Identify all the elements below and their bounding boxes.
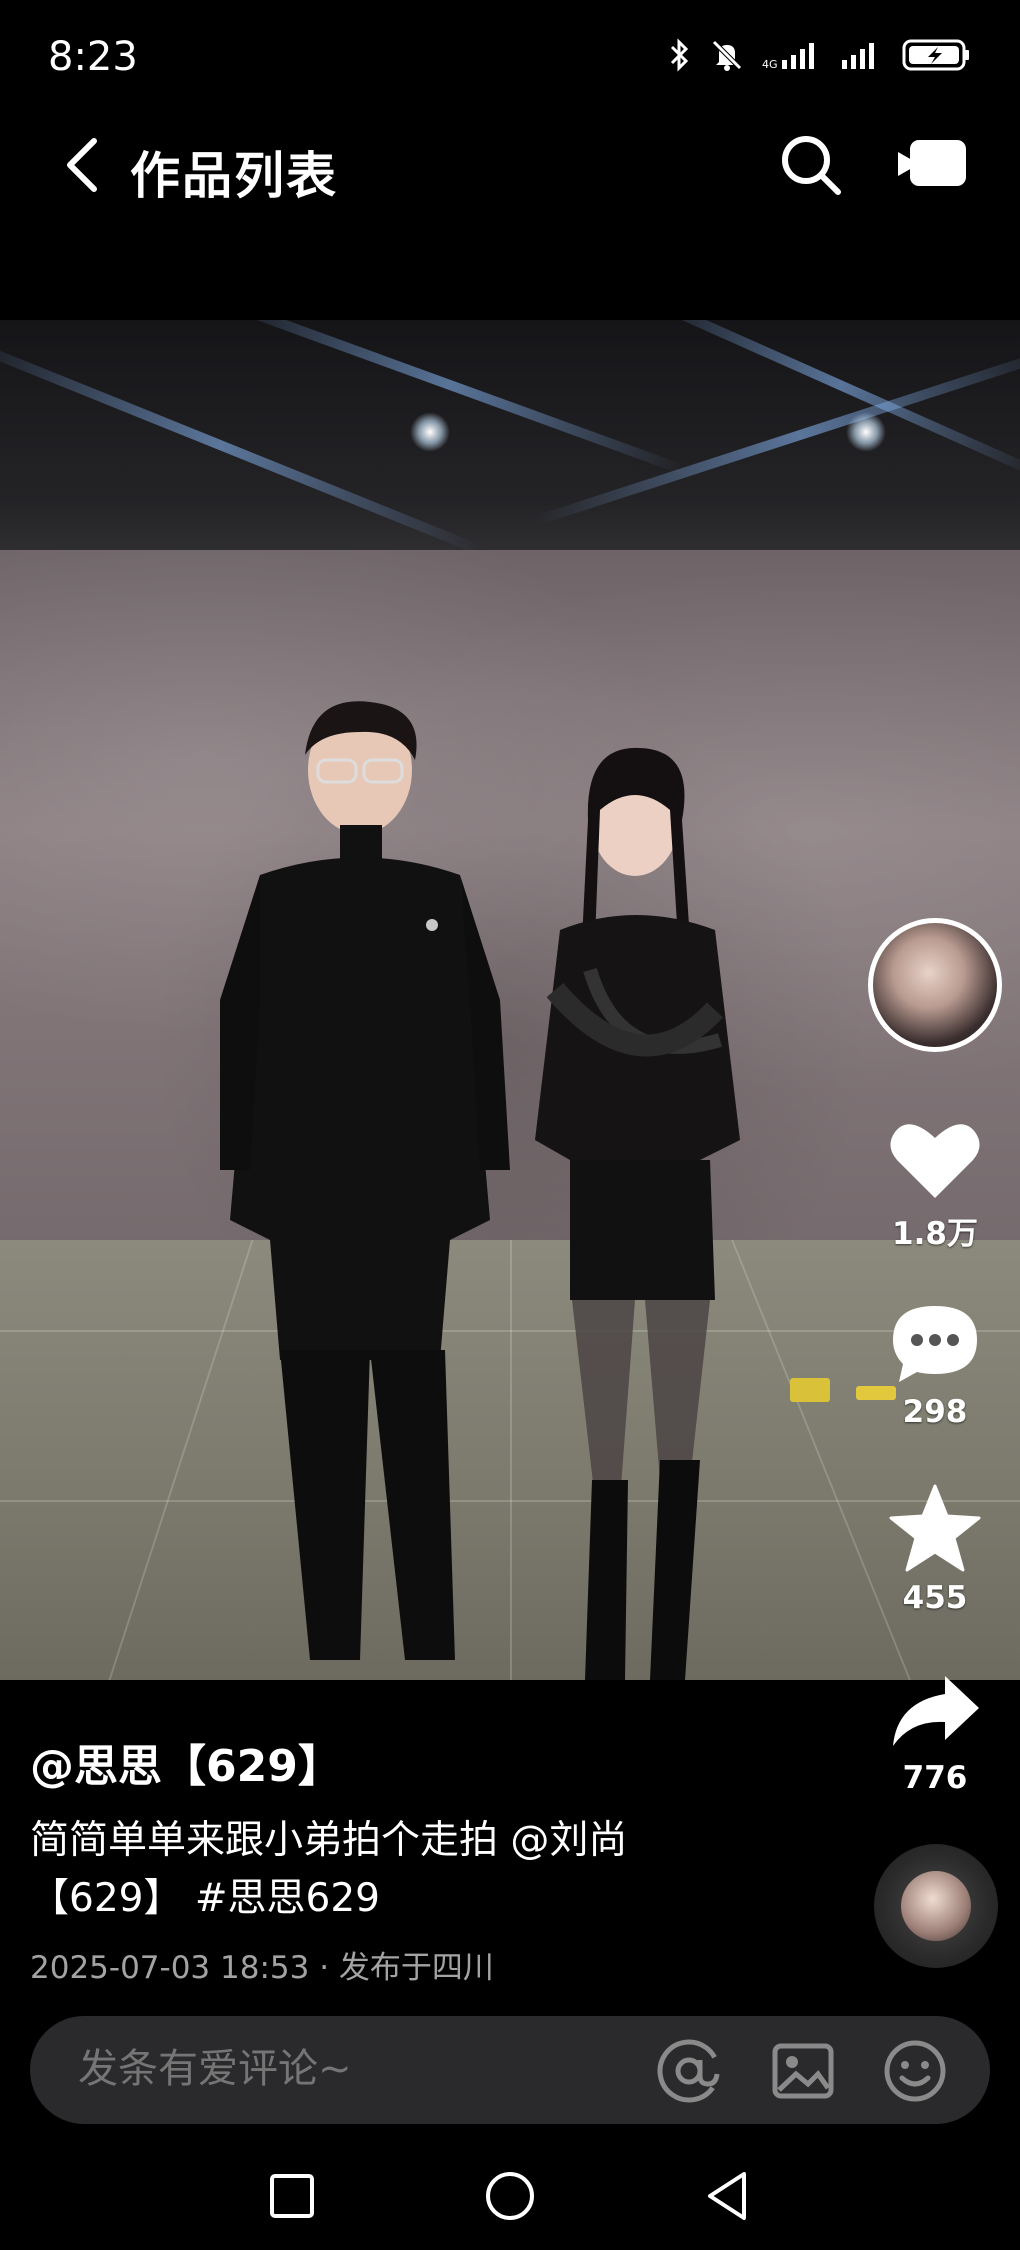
ceiling-light — [410, 412, 450, 452]
post-location: · 发布于四川 — [319, 1950, 494, 1986]
comment-bar — [30, 2016, 990, 2124]
recent-apps-button[interactable] — [262, 2166, 322, 2226]
like-action[interactable]: 1.8万 — [870, 1118, 1000, 1253]
status-time: 8:23 — [48, 34, 138, 80]
image-icon[interactable] — [770, 2038, 836, 2104]
favorite-count: 455 — [902, 1580, 968, 1616]
mute-icon — [712, 40, 742, 71]
back-button[interactable] — [52, 132, 112, 198]
home-button[interactable] — [480, 2166, 540, 2226]
comment-input[interactable] — [78, 2046, 638, 2092]
share-arrow-icon — [893, 1676, 979, 1746]
video-camera-icon — [898, 140, 966, 186]
share-action[interactable]: 776 — [870, 1672, 1000, 1796]
battery-charging-icon — [902, 39, 969, 71]
hashtag-link[interactable]: #思思629 — [182, 1876, 380, 1921]
post-datetime: 2025-07-03 18:53 — [30, 1950, 310, 1986]
floor-object — [790, 1378, 830, 1402]
post-description: 简简单单来跟小弟拍个走拍 @刘尚【629】 #思思629 — [30, 1812, 710, 1928]
person-man — [220, 701, 510, 1660]
share-count: 776 — [902, 1760, 968, 1796]
comment-count: 298 — [902, 1394, 968, 1430]
author-avatar[interactable] — [868, 918, 1002, 1052]
like-count: 1.8万 — [892, 1216, 978, 1252]
author-name[interactable]: @思思【629】 — [30, 1730, 342, 1794]
back-nav-button[interactable] — [698, 2166, 758, 2226]
video-player[interactable] — [0, 320, 1020, 1680]
post-meta: 2025-07-03 18:53 · 发布于四川 — [30, 1942, 494, 1987]
music-cover — [901, 1871, 971, 1941]
page-title: 作品列表 — [130, 147, 338, 205]
signal-icon: 4G — [762, 43, 814, 71]
status-bar: 8:23 4G — [0, 0, 1020, 110]
video-button[interactable] — [898, 138, 968, 190]
bluetooth-icon — [670, 38, 689, 72]
comment-icon — [893, 1306, 977, 1382]
heart-icon — [890, 1124, 980, 1198]
favorite-action[interactable]: 455 — [870, 1484, 1000, 1616]
chevron-left-icon — [67, 138, 97, 192]
music-disc[interactable] — [874, 1844, 998, 1968]
system-nav-bar — [0, 2150, 1020, 2250]
person-woman — [535, 747, 740, 1680]
signal-icon — [842, 43, 874, 69]
comment-action[interactable]: 298 — [870, 1302, 1000, 1430]
description-text: 简简单单来跟小弟拍个走拍 — [30, 1818, 511, 1863]
star-icon — [889, 1484, 981, 1572]
ceiling-light — [846, 412, 886, 452]
mention-icon[interactable] — [656, 2038, 722, 2104]
search-button[interactable] — [778, 132, 844, 198]
emoji-icon[interactable] — [882, 2038, 948, 2104]
search-icon — [782, 136, 841, 195]
header: 作品列表 — [0, 110, 1020, 220]
svg-text:4G: 4G — [762, 58, 778, 71]
status-icons: 4G — [668, 38, 972, 72]
